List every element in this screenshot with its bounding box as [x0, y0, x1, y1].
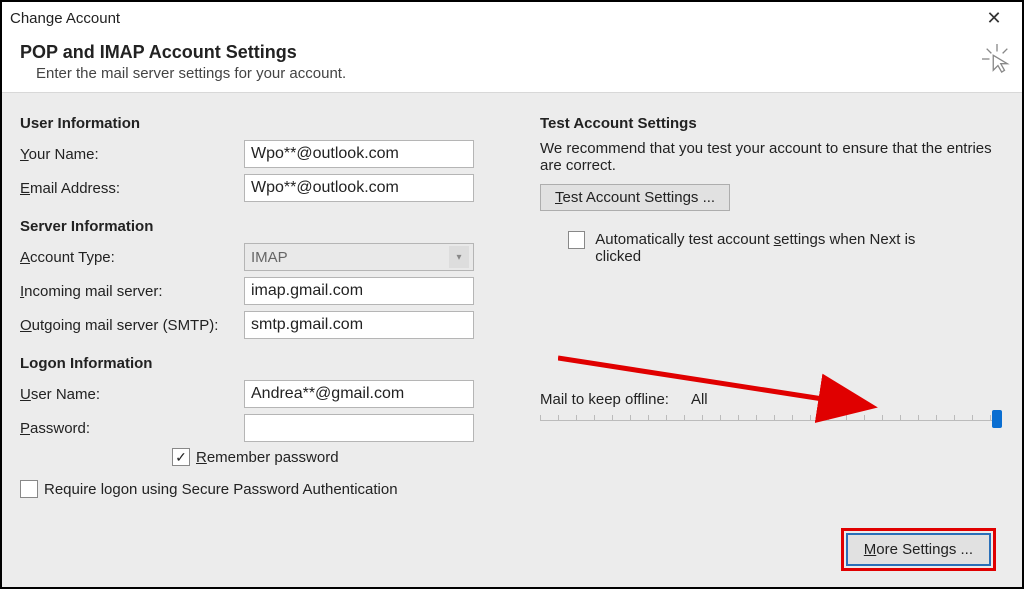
- test-settings-text: We recommend that you test your account …: [540, 140, 1004, 174]
- password-row: Password:: [20, 414, 500, 442]
- outgoing-server-label: Outgoing mail server (SMTP):: [20, 317, 244, 334]
- spa-row[interactable]: Require logon using Secure Password Auth…: [20, 480, 500, 498]
- server-information-heading: Server Information: [20, 218, 500, 235]
- auto-test-row[interactable]: Automatically test account settings when…: [568, 231, 948, 265]
- your-name-row: Your Name:: [20, 140, 500, 168]
- page-title: POP and IMAP Account Settings: [20, 42, 1004, 63]
- test-account-settings-button[interactable]: Test Account Settings ...: [540, 184, 730, 211]
- auto-test-label: Automatically test account settings when…: [595, 231, 948, 265]
- titlebar: Change Account ✕: [2, 2, 1022, 34]
- email-label: Email Address:: [20, 180, 244, 197]
- slider-ticks: [540, 415, 996, 421]
- remember-password-label: Remember password: [196, 449, 339, 466]
- remember-password-row[interactable]: ✓ Remember password: [172, 448, 500, 466]
- change-account-window: Change Account ✕ POP and IMAP Account Se…: [0, 0, 1024, 589]
- outgoing-server-row: Outgoing mail server (SMTP):: [20, 311, 500, 339]
- username-input[interactable]: [244, 380, 474, 408]
- logon-information-heading: Logon Information: [20, 355, 500, 372]
- right-column: Test Account Settings We recommend that …: [540, 111, 1004, 579]
- chevron-down-icon: ▾: [449, 246, 469, 268]
- header-area: POP and IMAP Account Settings Enter the …: [2, 34, 1022, 92]
- window-title: Change Account: [10, 10, 974, 27]
- username-row: User Name:: [20, 380, 500, 408]
- username-label: User Name:: [20, 386, 244, 403]
- auto-test-checkbox[interactable]: [568, 231, 585, 249]
- test-settings-heading: Test Account Settings: [540, 115, 1004, 132]
- close-icon: ✕: [986, 8, 1001, 29]
- incoming-server-input[interactable]: [244, 277, 474, 305]
- more-settings-button[interactable]: More Settings ...: [846, 533, 991, 566]
- slider-thumb[interactable]: [992, 410, 1002, 428]
- cursor-click-icon: [982, 44, 1012, 74]
- your-name-label: Your Name:: [20, 146, 244, 163]
- outgoing-server-input[interactable]: [244, 311, 474, 339]
- left-column: User Information Your Name: Email Addres…: [20, 111, 500, 579]
- incoming-server-label: Incoming mail server:: [20, 283, 244, 300]
- mail-offline-label: Mail to keep offline:: [540, 391, 669, 408]
- email-row: Email Address:: [20, 174, 500, 202]
- remember-password-checkbox[interactable]: ✓: [172, 448, 190, 466]
- mail-offline-area: Mail to keep offline: All: [540, 391, 1004, 422]
- user-information-heading: User Information: [20, 115, 500, 132]
- password-input[interactable]: [244, 414, 474, 442]
- email-input[interactable]: [244, 174, 474, 202]
- spa-label: Require logon using Secure Password Auth…: [44, 481, 398, 498]
- close-button[interactable]: ✕: [974, 6, 1014, 30]
- annotation-arrow: [558, 328, 998, 428]
- password-label: Password:: [20, 420, 244, 437]
- dialog-body: User Information Your Name: Email Addres…: [2, 93, 1022, 587]
- account-type-select: IMAP ▾: [244, 243, 474, 271]
- incoming-server-row: Incoming mail server:: [20, 277, 500, 305]
- your-name-input[interactable]: [244, 140, 474, 168]
- account-type-value: IMAP: [251, 249, 449, 266]
- mail-offline-value: All: [691, 391, 708, 408]
- page-subtitle: Enter the mail server settings for your …: [36, 65, 1004, 82]
- spa-checkbox[interactable]: [20, 480, 38, 498]
- mail-offline-slider[interactable]: [540, 414, 1004, 422]
- more-settings-highlight: More Settings ...: [841, 528, 996, 571]
- account-type-label: Account Type:: [20, 249, 244, 266]
- account-type-row: Account Type: IMAP ▾: [20, 243, 500, 271]
